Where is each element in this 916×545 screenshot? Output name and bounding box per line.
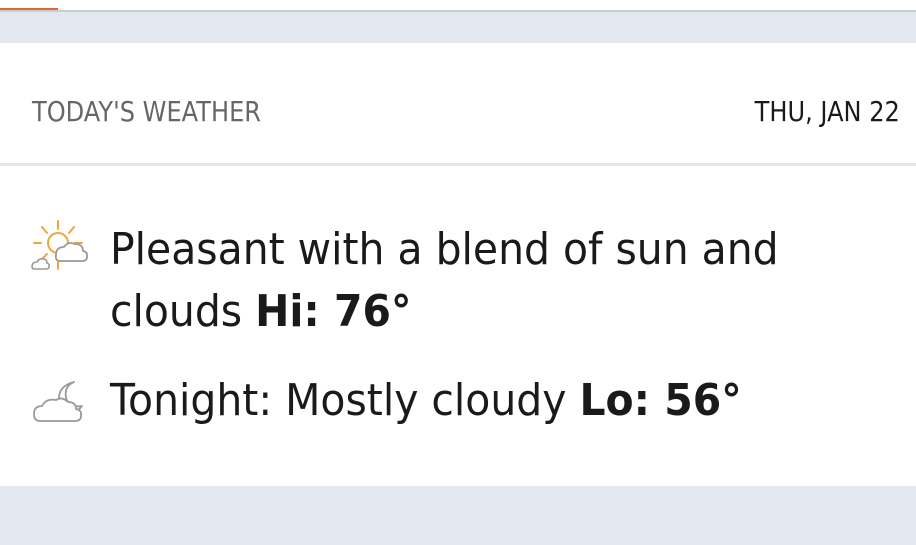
weather-card-header: TODAY'S WEATHER THU, JAN 22 [0, 43, 916, 166]
night-partly-cloudy-icon [28, 376, 92, 436]
low-temperature: Lo: 56° [579, 375, 742, 426]
daytime-forecast-text: Pleasant with a blend of sun and clouds … [110, 219, 845, 343]
weather-card[interactable]: TODAY'S WEATHER THU, JAN 22 Pleasant wit… [0, 43, 916, 486]
top-bar [0, 0, 916, 12]
weather-title: TODAY'S WEATHER [32, 95, 262, 128]
nighttime-description: Tonight: Mostly cloudy [110, 375, 567, 426]
partly-sunny-icon [28, 219, 92, 279]
active-tab-indicator [0, 8, 58, 10]
weather-date: THU, JAN 22 [754, 95, 900, 128]
daytime-description: Pleasant with a blend of sun and clouds [110, 224, 779, 337]
high-temperature: Hi: 76° [255, 286, 412, 337]
nighttime-forecast-text: Tonight: Mostly cloudy Lo: 56° [110, 370, 845, 432]
